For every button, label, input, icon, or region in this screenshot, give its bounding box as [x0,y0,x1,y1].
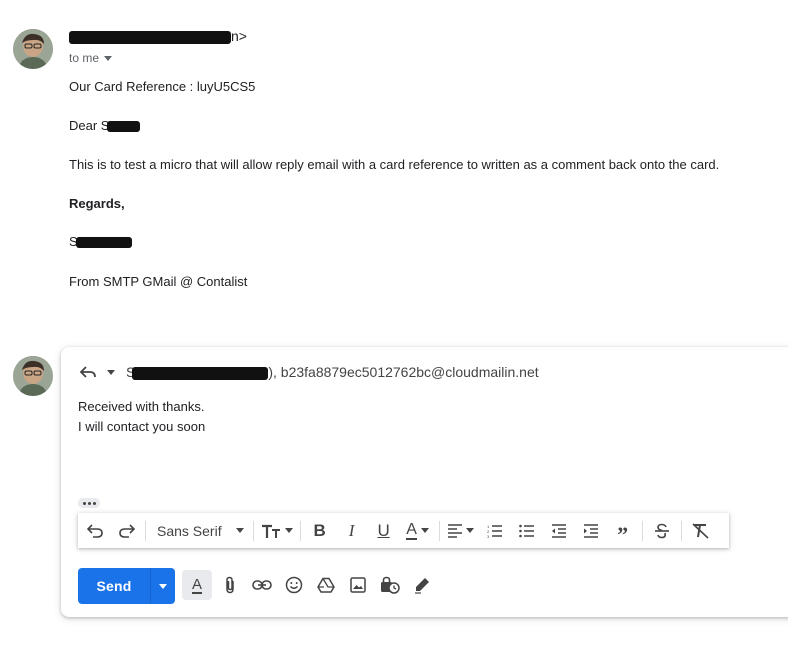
recipient-email: ), b23fa8879ec5012762bc@cloudmailin.net [268,364,539,380]
insert-emoji-button[interactable] [278,569,310,601]
dot-icon [92,501,96,505]
font-family-select[interactable]: Sans Serif [149,513,250,548]
indent-more-button[interactable] [575,513,607,548]
align-left-icon [448,523,463,538]
text-size-icon [261,524,280,538]
reply-arrow-icon [79,366,96,378]
reply-type-button[interactable] [79,364,115,380]
chevron-down-icon [159,583,167,589]
numbered-list-icon: 123 [487,524,502,538]
quote-button[interactable]: ” [607,513,639,548]
drive-icon [317,577,335,593]
undo-icon [87,523,103,538]
underline-icon: U [377,520,390,540]
recipient-details-toggle[interactable]: to me [69,51,113,65]
reply-body-line-1[interactable]: Received with thanks. [78,399,204,414]
insert-drive-button[interactable] [310,569,342,601]
message-body-line: This is to test a micro that will allow … [69,157,720,172]
redacted-signature [75,237,132,249]
redacted-sender [69,30,231,44]
formatting-toolbar: Sans Serif B I U A 123 ” [78,513,729,548]
toolbar-divider [252,520,254,541]
indent-more-icon [583,523,598,538]
toolbar-divider [680,520,682,541]
bulleted-list-button[interactable] [511,513,543,548]
remove-formatting-button[interactable] [685,513,717,548]
remove-formatting-icon [692,522,709,539]
undo-button[interactable] [78,513,112,548]
quote-icon: ” [617,521,629,547]
chevron-down-icon [107,369,115,375]
from-line: From SMTP GMail @ Contalist [69,274,248,289]
send-options-button[interactable] [150,568,175,604]
indent-less-button[interactable] [543,513,575,548]
insert-photo-button[interactable] [342,569,374,601]
sender-email-suffix: n> [231,28,247,44]
insert-link-button[interactable] [246,569,278,601]
compose-actions-bar: A [182,569,438,601]
send-button-group: Send [78,568,175,604]
sender-name[interactable]: n> [69,28,247,44]
bold-button[interactable]: B [304,513,336,548]
user-avatar[interactable] [13,356,53,396]
formatting-options-button[interactable]: A [182,570,212,600]
show-trimmed-content-button[interactable] [78,498,100,508]
photo-icon [350,577,366,593]
chevron-down-icon [420,528,429,533]
signature-icon [415,578,429,594]
toolbar-divider [438,520,440,541]
toolbar-divider [299,520,301,541]
emoji-icon [285,576,303,594]
text-color-icon: A [406,520,417,540]
attach-files-button[interactable] [214,569,246,601]
signature-line: S [69,234,132,249]
redo-icon [119,523,135,538]
sender-avatar[interactable] [13,29,53,69]
toolbar-divider [641,520,643,541]
chevron-down-icon [466,528,475,533]
send-button[interactable]: Send [78,568,150,604]
greeting-line: Dear S [69,118,141,133]
formatting-options-icon: A [191,575,202,594]
underline-button[interactable]: U [368,513,400,548]
bulleted-list-icon [518,524,534,537]
reply-recipients[interactable]: S), b23fa8879ec5012762bc@cloudmailin.net [126,364,539,380]
chevron-down-icon [284,528,293,533]
text-color-button[interactable]: A [400,513,436,548]
italic-icon: I [348,520,355,540]
indent-less-icon [551,523,566,538]
bold-icon: B [313,520,326,540]
svg-text:3: 3 [487,534,490,538]
toolbar-divider [145,520,146,541]
redo-button[interactable] [112,513,142,548]
align-button[interactable] [443,513,479,548]
chevron-down-icon [104,55,113,61]
confidential-mode-button[interactable] [374,569,406,601]
strikethrough-icon [654,523,669,538]
attach-icon [226,576,234,594]
redacted-recipient [132,366,269,380]
dot-icon [87,501,91,505]
italic-button[interactable]: I [336,513,368,548]
dot-icon [82,501,86,505]
redacted-name [107,121,141,133]
greeting-text: Dear S [69,118,110,133]
numbered-list-button[interactable]: 123 [479,513,511,548]
to-me-label: to me [69,51,100,65]
font-family-label: Sans Serif [157,522,222,539]
insert-signature-button[interactable] [406,569,438,601]
text-size-button[interactable] [257,513,297,548]
card-reference-line: Our Card Reference : luyU5CS5 [69,79,256,94]
reply-body-line-2[interactable]: I will contact you soon [78,419,205,434]
chevron-down-icon [235,528,244,533]
link-icon [252,580,272,590]
confidential-icon [381,576,400,594]
strikethrough-button[interactable] [646,513,678,548]
regards-line: Regards, [69,196,125,211]
